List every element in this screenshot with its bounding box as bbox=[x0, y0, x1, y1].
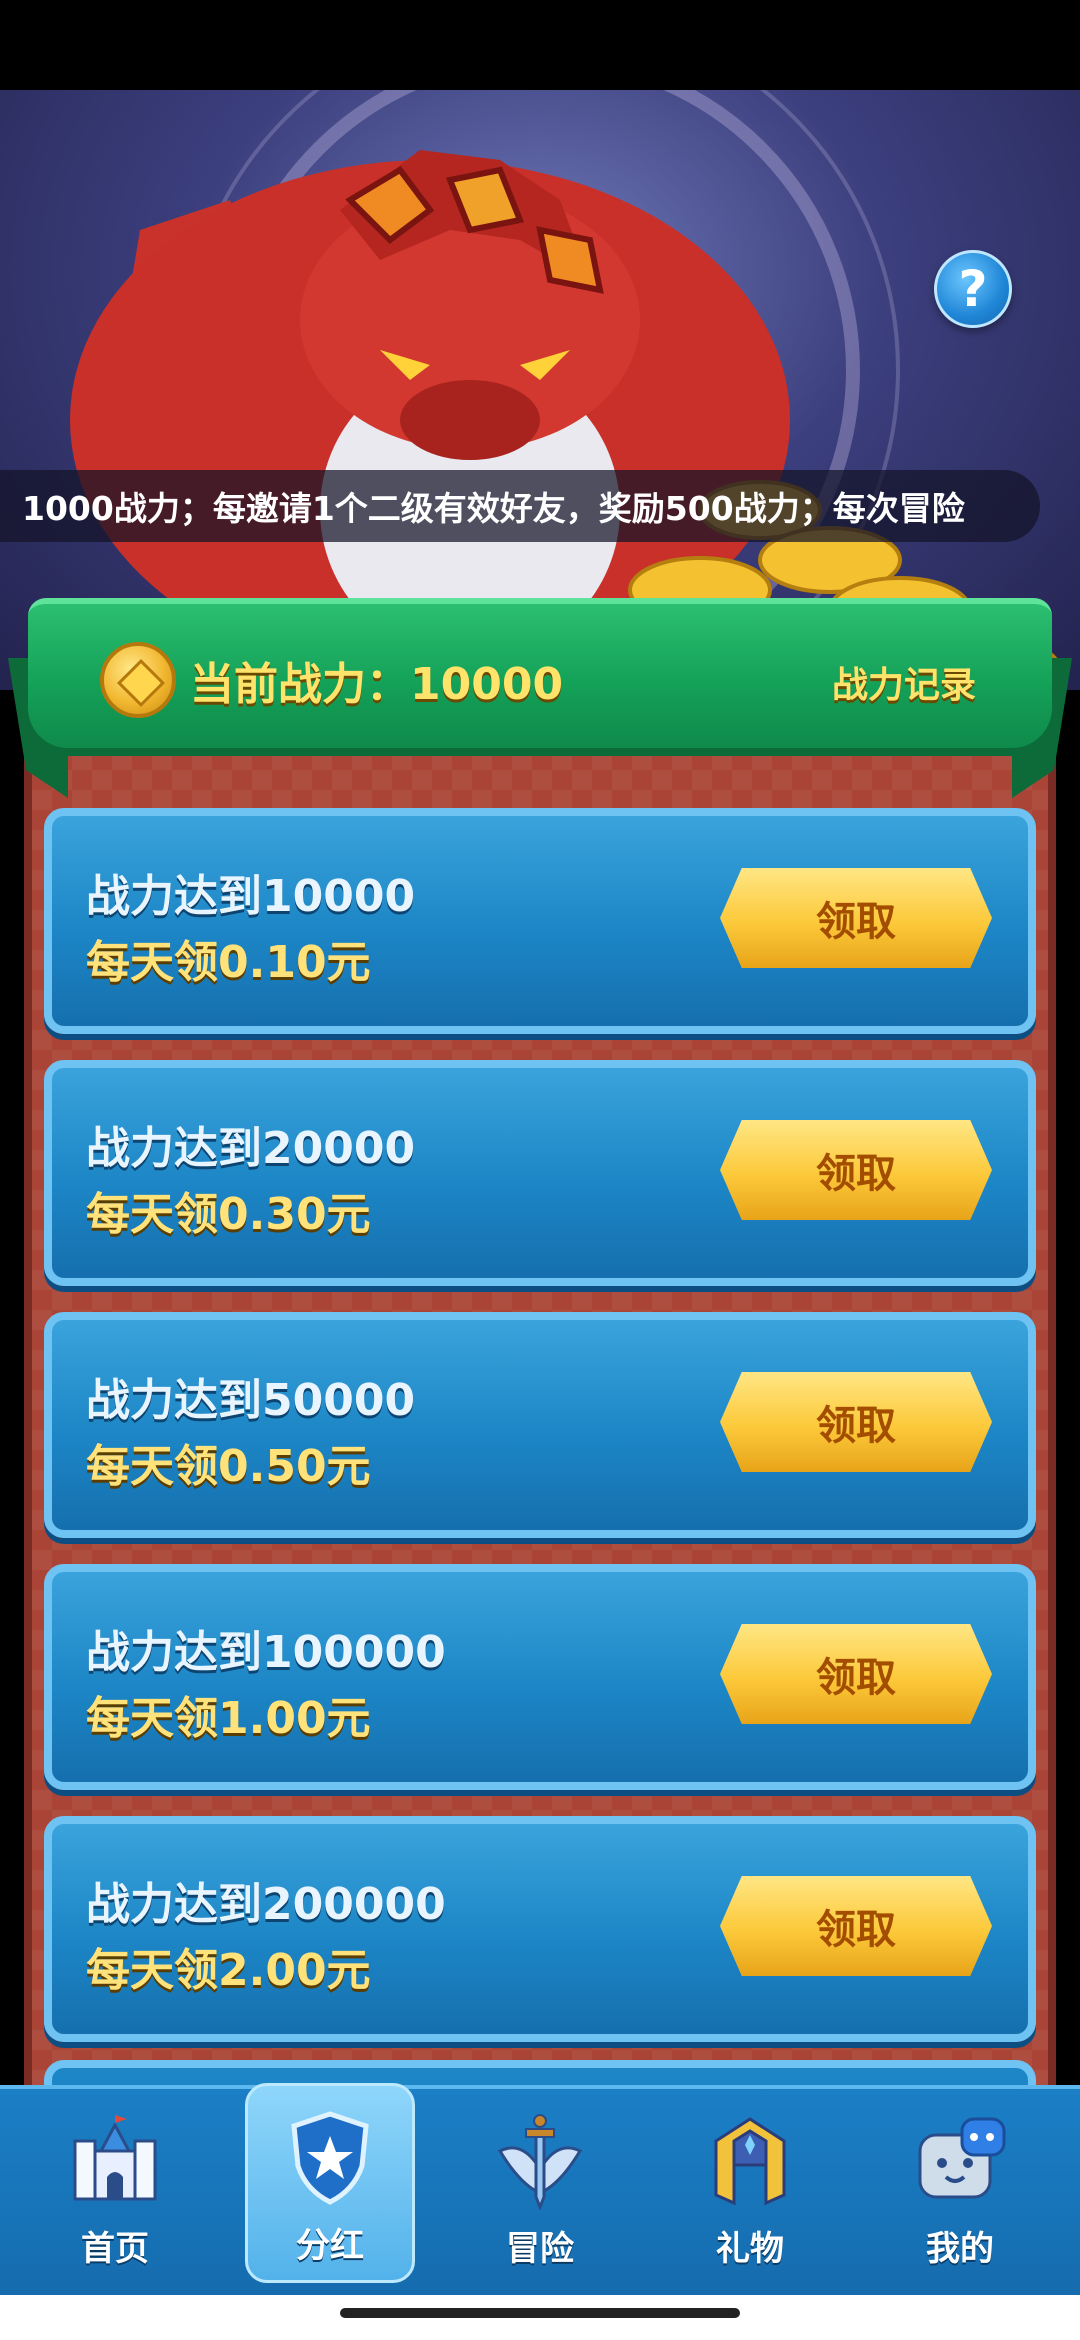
tier-reward: 每天领0.10元 bbox=[86, 937, 371, 988]
tier-card: 战力达到100000 每天领1.00元 领取 bbox=[44, 1564, 1036, 1790]
claim-button[interactable]: 领取 bbox=[720, 1624, 992, 1724]
status-bar bbox=[0, 0, 1080, 90]
tab-gifts-label: 礼物 bbox=[716, 2229, 784, 2269]
sword-icon bbox=[497, 2114, 583, 2211]
claim-button[interactable]: 领取 bbox=[720, 868, 992, 968]
announcement-marquee: 1000战力；每邀请1个二级有效好友，奖励500战力；每次冒险 bbox=[0, 470, 1040, 542]
current-power-value: 10000 bbox=[410, 659, 564, 710]
help-button[interactable]: ? bbox=[934, 250, 1012, 328]
tier-card: 战力达到10000 每天领0.10元 领取 bbox=[44, 808, 1036, 1034]
current-power: 当前战力：10000 bbox=[190, 648, 563, 712]
tier-title: 战力达到10000 bbox=[86, 871, 416, 922]
tier-title: 战力达到50000 bbox=[86, 1375, 416, 1426]
tab-adventure[interactable]: 冒险 bbox=[455, 2089, 625, 2279]
tab-dividend[interactable]: 分红 bbox=[245, 2083, 415, 2283]
claim-button[interactable]: 领取 bbox=[720, 1120, 992, 1220]
claim-button[interactable]: 领取 bbox=[720, 1876, 992, 1976]
tab-adventure-label: 冒险 bbox=[506, 2229, 574, 2269]
power-banner: 当前战力：10000 战力记录 bbox=[8, 598, 1072, 798]
tier-card: 战力达到50000 每天领0.50元 领取 bbox=[44, 1312, 1036, 1538]
tab-home[interactable]: 首页 bbox=[30, 2089, 200, 2279]
tier-reward: 每天领0.50元 bbox=[86, 1441, 371, 1492]
bottom-tab-bar: 首页 分红 冒险 礼物 我的 bbox=[0, 2083, 1080, 2295]
robot-face-icon bbox=[918, 2117, 1006, 2199]
tier-card: 战力达到200000 每天领2.00元 领取 bbox=[44, 1816, 1036, 2042]
tab-mine[interactable]: 我的 bbox=[875, 2089, 1045, 2279]
tier-title: 战力达到100000 bbox=[86, 1627, 446, 1678]
power-record-link[interactable]: 战力记录 bbox=[832, 656, 976, 708]
castle-icon bbox=[73, 2115, 157, 2201]
tab-dividend-label: 分红 bbox=[296, 2226, 364, 2266]
home-indicator[interactable] bbox=[340, 2308, 740, 2318]
tier-title: 战力达到200000 bbox=[86, 1879, 446, 1930]
tier-card: 战力达到20000 每天领0.30元 领取 bbox=[44, 1060, 1036, 1286]
power-banner-main: 当前战力：10000 战力记录 bbox=[28, 598, 1052, 748]
tier-reward: 每天领1.00元 bbox=[86, 1693, 371, 1744]
tier-title: 战力达到20000 bbox=[86, 1123, 416, 1174]
tier-reward: 每天领0.30元 bbox=[86, 1189, 371, 1240]
power-coin-icon bbox=[100, 642, 176, 718]
shield-star-icon bbox=[291, 2111, 369, 2205]
helmet-icon bbox=[714, 2117, 786, 2206]
claim-button[interactable]: 领取 bbox=[720, 1372, 992, 1472]
current-power-label: 当前战力： bbox=[190, 659, 410, 710]
tier-reward: 每天领2.00元 bbox=[86, 1945, 371, 1996]
announcement-text: 1000战力；每邀请1个二级有效好友，奖励500战力；每次冒险 bbox=[22, 489, 965, 528]
tab-gifts[interactable]: 礼物 bbox=[665, 2089, 835, 2279]
tab-mine-label: 我的 bbox=[926, 2229, 994, 2269]
tab-home-label: 首页 bbox=[81, 2229, 149, 2269]
